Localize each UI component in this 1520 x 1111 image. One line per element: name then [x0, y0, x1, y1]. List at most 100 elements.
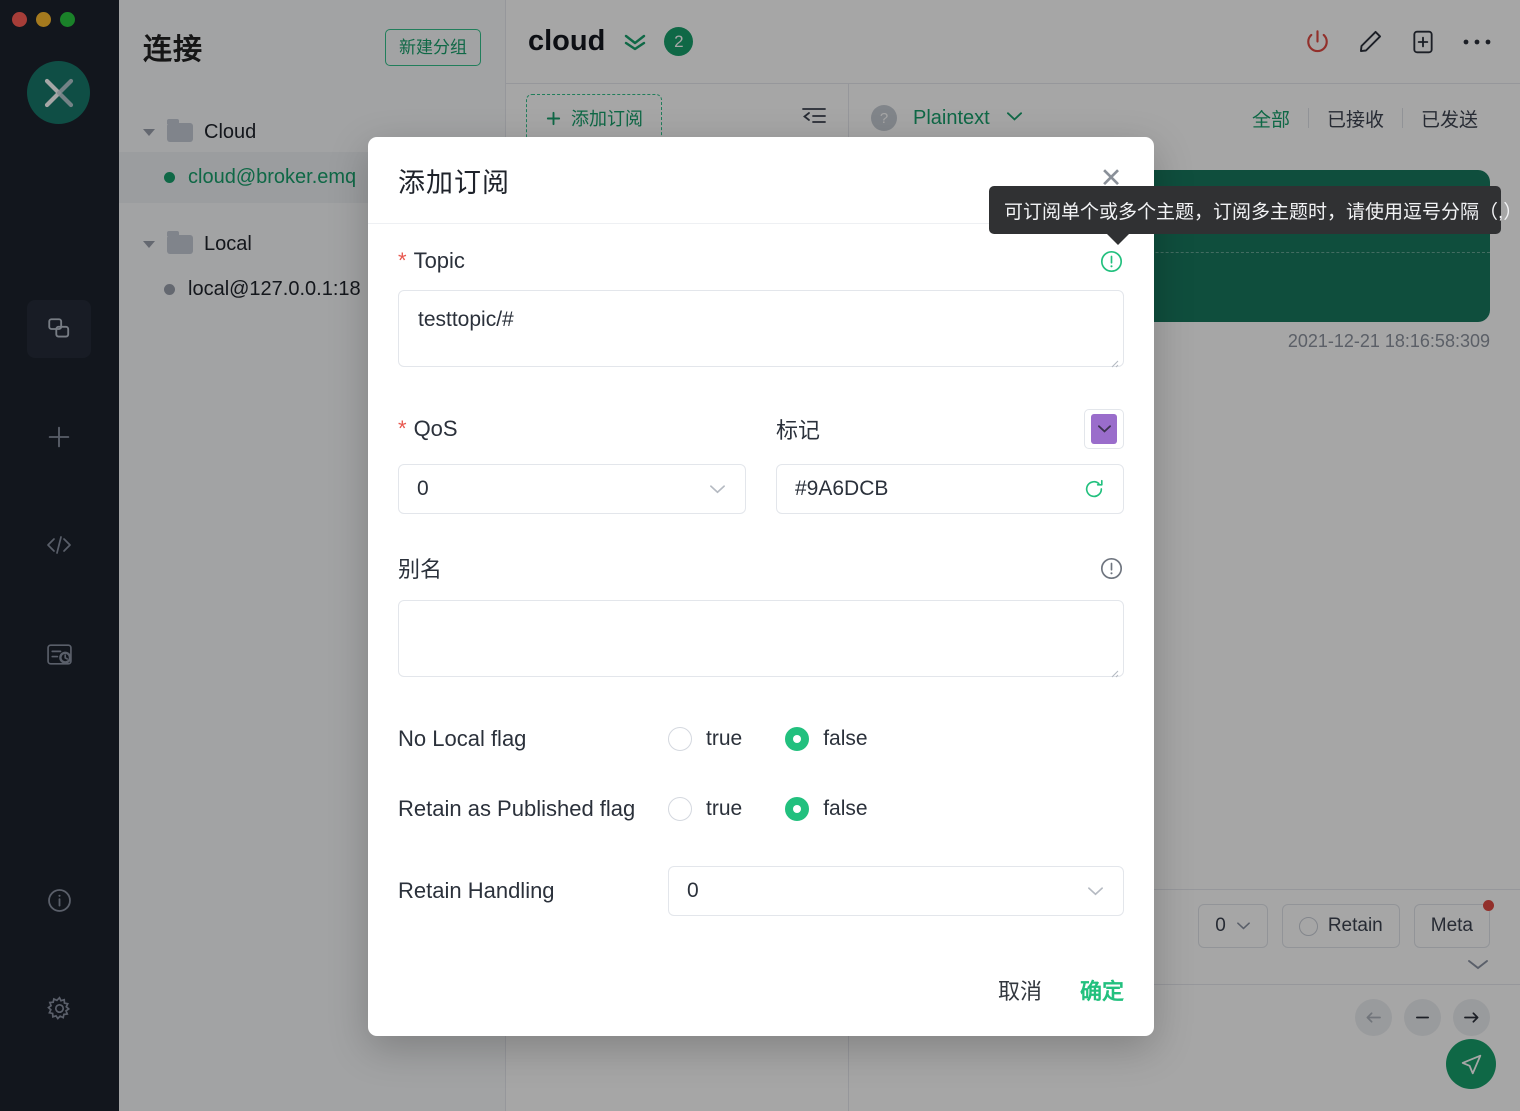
maximize-window-button[interactable] [60, 12, 75, 27]
status-dot-disconnected [164, 284, 175, 295]
new-connection-icon[interactable] [27, 408, 91, 466]
radio-button-selected[interactable] [785, 727, 810, 751]
more-icon[interactable] [1462, 37, 1492, 47]
folder-icon [167, 231, 193, 254]
add-subscription-dialog: 添加订阅 ✕ * Topic testtopic/# * QoS 0 标记 #9… [368, 137, 1154, 1036]
script-icon[interactable] [27, 516, 91, 574]
dialog-title: 添加订阅 [398, 167, 510, 198]
connection-label: cloud@broker.emq [188, 166, 357, 188]
plus-icon [546, 111, 561, 125]
retain-as-published-false[interactable]: false [785, 797, 868, 821]
status-dot-connected [164, 172, 175, 183]
connections-header: 连接 新建分组 [119, 0, 505, 68]
chevron-down-icon[interactable] [143, 129, 155, 136]
no-local-flag-row: No Local flag true false [398, 726, 1124, 752]
dialog-footer: 取消 确定 [368, 974, 1154, 1036]
add-subscription-button[interactable]: 添加订阅 [526, 94, 662, 142]
filter-received[interactable]: 已接收 [1309, 105, 1402, 132]
close-window-button[interactable] [12, 12, 27, 27]
alias-input[interactable] [398, 600, 1124, 677]
color-swatch [1091, 414, 1117, 444]
topic-info-icon[interactable] [1099, 249, 1124, 274]
qos-value: 0 [1215, 915, 1226, 936]
qos-field: * QoS 0 [398, 408, 746, 514]
no-local-flag-false[interactable]: false [785, 727, 868, 751]
required-mark: * [398, 416, 407, 441]
add-subscription-label: 添加订阅 [571, 109, 643, 129]
send-icon [1461, 1054, 1481, 1074]
radio-button[interactable] [668, 727, 692, 751]
retain-handling-label: Retain Handling [398, 878, 555, 903]
radio-label: true [706, 797, 743, 820]
filter-all[interactable]: 全部 [1234, 105, 1308, 132]
folder-icon [167, 119, 193, 142]
color-field: 标记 #9A6DCB [776, 408, 1124, 514]
help-badge[interactable]: ? [871, 105, 897, 131]
radio-button[interactable] [668, 797, 692, 821]
qos-label-text: QoS [413, 416, 458, 441]
radio-button-selected[interactable] [785, 797, 810, 821]
confirm-button[interactable]: 确定 [1080, 974, 1124, 1006]
retain-as-published-true[interactable]: true [668, 797, 742, 821]
filter-sent[interactable]: 已发送 [1403, 105, 1496, 132]
topic-input[interactable] [398, 290, 1124, 367]
window-controls [12, 12, 75, 27]
dialog-body: * Topic testtopic/# * QoS 0 标记 #9A6DCB 别… [368, 224, 1154, 932]
log-icon[interactable] [27, 625, 91, 683]
subscription-count-badge: 2 [664, 27, 694, 56]
meta-label: Meta [1430, 915, 1473, 936]
color-input-box[interactable]: #9A6DCB [776, 464, 1124, 514]
topic-input-wrap [398, 290, 1124, 372]
disconnect-icon[interactable] [1304, 28, 1331, 55]
payload-format-label[interactable]: Plaintext [913, 107, 990, 130]
no-local-flag-true[interactable]: true [668, 727, 742, 751]
new-window-icon[interactable] [1410, 29, 1436, 55]
color-label-row: 标记 [776, 408, 1124, 450]
new-group-button[interactable]: 新建分组 [385, 28, 481, 66]
connections-title: 连接 [143, 34, 204, 66]
chevron-down-icon [1236, 922, 1250, 930]
send-button[interactable] [1446, 1039, 1496, 1089]
prev-icon[interactable] [1355, 999, 1392, 1036]
qos-select[interactable]: 0 [398, 464, 746, 514]
collapse-list-icon[interactable] [800, 104, 828, 133]
next-icon[interactable] [1453, 999, 1490, 1036]
connections-icon[interactable] [27, 300, 91, 358]
radio-label: true [706, 727, 743, 750]
about-icon[interactable] [27, 871, 91, 929]
chevron-double-down-icon[interactable] [622, 32, 648, 52]
chevron-down-icon [1088, 887, 1103, 896]
chevron-down-icon[interactable] [1006, 109, 1023, 127]
qos-label: * QoS [398, 416, 458, 442]
radio-label: false [823, 797, 868, 820]
settings-icon[interactable] [27, 979, 91, 1037]
retain-label: Retain [1327, 915, 1383, 936]
topic-label-row: * Topic [398, 248, 1124, 274]
topic-tooltip: 可订阅单个或多个主题，订阅多主题时，请使用逗号分隔（,） [989, 186, 1520, 245]
retain-handling-select[interactable]: 0 [668, 866, 1124, 916]
no-local-flag-label: No Local flag [398, 726, 527, 751]
main-header: cloud 2 [506, 0, 1520, 84]
qos-label-row: * QoS [398, 408, 746, 450]
cancel-button[interactable]: 取消 [998, 974, 1042, 1006]
alert-dot [1483, 900, 1494, 911]
qos-color-row: * QoS 0 标记 #9A6DCB [398, 408, 1124, 514]
qos-selector[interactable]: 0 [1198, 904, 1268, 948]
topic-label-text: Topic [413, 248, 465, 273]
page-title: cloud [528, 25, 606, 57]
alias-info-icon[interactable] [1099, 556, 1124, 581]
group-label: Local [204, 233, 252, 255]
minimize-window-button[interactable] [36, 12, 51, 27]
minus-icon[interactable] [1404, 999, 1441, 1036]
radio-label: false [823, 727, 868, 750]
retain-toggle[interactable]: Retain [1281, 904, 1400, 948]
meta-button[interactable]: Meta [1413, 900, 1494, 948]
chevron-down-icon[interactable] [143, 241, 155, 248]
color-swatch-button[interactable] [1084, 409, 1124, 449]
retain-handling-value: 0 [687, 879, 699, 902]
retain-checkbox[interactable] [1298, 916, 1318, 936]
connection-label: local@127.0.0.1:18 [188, 278, 361, 300]
icon-rail [0, 0, 119, 1111]
edit-icon[interactable] [1357, 28, 1384, 55]
refresh-color-icon[interactable] [1083, 478, 1105, 500]
